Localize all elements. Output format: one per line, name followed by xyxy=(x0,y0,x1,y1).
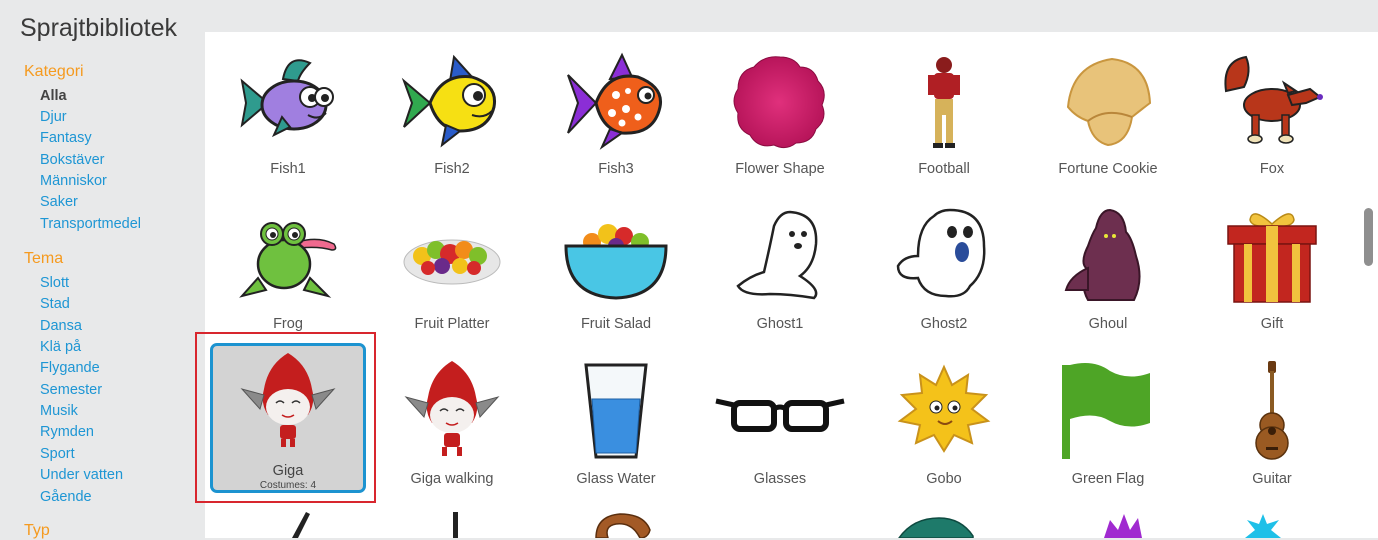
sprite-name: Fish1 xyxy=(270,161,306,177)
sprite-name: Fortune Cookie xyxy=(1058,161,1158,177)
sprite-tile-fish3[interactable]: Fish3 xyxy=(538,41,694,191)
sprite-tile-glass-water[interactable]: Glass Water xyxy=(538,351,694,501)
sprite-name: Giga walking xyxy=(410,471,494,487)
category-alla[interactable]: Alla xyxy=(40,88,67,104)
theme-heading: Tema xyxy=(24,250,64,267)
sprite-name: Frog xyxy=(273,316,303,332)
sprite-tile-gobo[interactable]: Gobo xyxy=(866,351,1022,501)
theme-sport[interactable]: Sport xyxy=(40,446,75,462)
sprite-tile-green-flag[interactable]: Green Flag xyxy=(1030,351,1186,501)
theme-musik[interactable]: Musik xyxy=(40,403,78,419)
guitar-icon xyxy=(1255,361,1289,460)
football-player-icon xyxy=(928,57,960,148)
sprite-name: Fox xyxy=(1259,161,1285,177)
sprite-tile-giga-walking[interactable]: Giga walking xyxy=(374,351,530,501)
sprite-tile-gift[interactable]: Gift xyxy=(1194,196,1350,346)
flower-shape-icon xyxy=(733,56,825,149)
sprite-tile-fruit-salad[interactable]: Fruit Salad xyxy=(538,196,694,346)
sprite-tile-fish2[interactable]: Fish2 xyxy=(374,41,530,191)
sprite-name: Football xyxy=(918,161,970,177)
sprite-name: Fish3 xyxy=(598,161,634,177)
category-saker[interactable]: Saker xyxy=(40,194,78,210)
ghoul-icon xyxy=(1064,208,1141,301)
fruit-platter-icon xyxy=(403,239,501,285)
sprite-name: Guitar xyxy=(1252,471,1292,487)
fortune-cookie-icon xyxy=(1066,57,1152,147)
theme-kla-pa[interactable]: Klä på xyxy=(40,339,81,355)
theme-slott[interactable]: Slott xyxy=(40,275,69,291)
type-heading: Typ xyxy=(24,522,50,539)
sprite-name: Gobo xyxy=(926,471,962,487)
hair-partial-icon xyxy=(595,513,651,538)
ghost2-icon xyxy=(896,208,986,298)
fish2-icon xyxy=(401,54,497,148)
sprite-tile-fox[interactable]: Fox xyxy=(1194,41,1350,191)
glasses-icon xyxy=(715,398,845,432)
sprite-name: Ghoul xyxy=(1088,316,1128,332)
sprite-name: Gift xyxy=(1260,316,1284,332)
glass-water-icon xyxy=(584,363,648,459)
category-heading: Kategori xyxy=(24,63,84,80)
theme-dansa[interactable]: Dansa xyxy=(40,318,82,334)
gobo-icon xyxy=(897,364,991,453)
sprite-tile-football[interactable]: Football xyxy=(866,41,1022,191)
page-title: Sprajtbibliotek xyxy=(20,14,178,42)
sprite-name: Fruit Salad xyxy=(580,316,652,332)
sprite-name: Glass Water xyxy=(576,471,656,487)
sprite-tile-ghost1[interactable]: Ghost1 xyxy=(702,196,858,346)
fox-icon xyxy=(1224,55,1323,144)
guitar-partial-icon xyxy=(292,512,310,538)
sprite-name: Green Flag xyxy=(1071,471,1145,487)
sprite-name: Fish2 xyxy=(434,161,470,177)
hat-partial-icon xyxy=(898,517,974,538)
sprite-tile-ghoul[interactable]: Ghoul xyxy=(1030,196,1186,346)
scrollbar-thumb[interactable] xyxy=(1364,208,1373,266)
sprite-tile-fruit-platter[interactable]: Fruit Platter xyxy=(374,196,530,346)
frog-icon xyxy=(239,222,337,298)
fruit-salad-icon xyxy=(564,224,668,300)
theme-flygande[interactable]: Flygande xyxy=(40,360,100,376)
sprite-tile-glasses[interactable]: Glasses xyxy=(702,351,858,501)
gift-icon xyxy=(1227,213,1317,303)
sprite-name: Ghost2 xyxy=(920,316,968,332)
category-bokstaver[interactable]: Bokstäver xyxy=(40,152,104,168)
sprite-grid: Fish1 Fish2 Fish3 Flower Shape Football … xyxy=(205,32,1378,538)
category-djur[interactable]: Djur xyxy=(40,109,67,125)
fish1-icon xyxy=(240,59,334,138)
sprite-tile-ghost2[interactable]: Ghost2 xyxy=(866,196,1022,346)
theme-under-vatten[interactable]: Under vatten xyxy=(40,467,123,483)
theme-semester[interactable]: Semester xyxy=(40,382,102,398)
sprite-name: Flower Shape xyxy=(735,161,825,177)
sprite-name: Fruit Platter xyxy=(414,316,490,332)
theme-stad[interactable]: Stad xyxy=(40,296,70,312)
highlight-box xyxy=(195,332,376,503)
theme-rymden[interactable]: Rymden xyxy=(40,424,94,440)
fish3-icon xyxy=(567,52,663,150)
sprite-tile-guitar[interactable]: Guitar xyxy=(1194,351,1350,501)
green-flag-icon xyxy=(1062,363,1150,459)
sprite-tile-flower-shape[interactable]: Flower Shape xyxy=(702,41,858,191)
sprite-name: Glasses xyxy=(753,471,807,487)
purple-partial-icon xyxy=(1104,514,1142,538)
ghost1-icon xyxy=(736,210,818,300)
category-transportmedel[interactable]: Transportmedel xyxy=(40,216,141,232)
theme-gaende[interactable]: Gående xyxy=(40,489,92,505)
sprite-tile-fortune-cookie[interactable]: Fortune Cookie xyxy=(1030,41,1186,191)
sprite-tile-fish1[interactable]: Fish1 xyxy=(210,41,366,191)
giga-walking-icon xyxy=(404,361,500,456)
category-manniskor[interactable]: Människor xyxy=(40,173,107,189)
cyan-partial-icon xyxy=(1245,514,1281,538)
guitar-partial-icon-2 xyxy=(453,512,458,538)
sprite-tile-frog[interactable]: Frog xyxy=(210,196,366,346)
sprite-name: Ghost1 xyxy=(756,316,804,332)
category-fantasy[interactable]: Fantasy xyxy=(40,130,92,146)
